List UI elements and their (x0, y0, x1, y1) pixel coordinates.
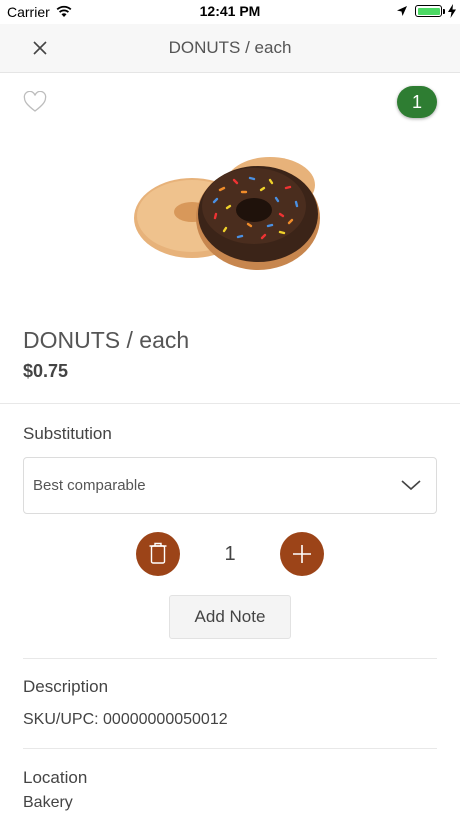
sku-value: 00000000050012 (103, 711, 228, 728)
product-name: DONUTS / each (23, 327, 190, 353)
cart-count-badge[interactable]: 1 (397, 86, 437, 118)
description-label: Description (23, 677, 109, 696)
location-arrow-icon (397, 6, 407, 16)
battery-icon (415, 5, 442, 17)
plus-icon (293, 545, 311, 563)
product-price: $0.75 (23, 361, 69, 381)
substitution-select[interactable]: Best comparable (23, 457, 437, 514)
donut-image (134, 157, 320, 270)
sku-label: SKU/UPC: (23, 711, 99, 728)
status-time: 12:41 PM (199, 3, 261, 19)
nav-title: DONUTS / each (168, 38, 292, 57)
divider (0, 403, 460, 404)
close-icon[interactable] (28, 36, 52, 60)
sku-row: SKU/UPC: 00000000050012 (23, 711, 228, 729)
charging-icon (448, 4, 456, 18)
add-note-button[interactable]: Add Note (169, 595, 291, 639)
substitution-label: Substitution (23, 424, 112, 443)
divider (23, 748, 437, 749)
delete-button[interactable] (136, 532, 180, 576)
trash-icon (149, 542, 167, 564)
status-bar: Carrier 12:41 PM (0, 0, 460, 24)
chevron-down-icon (401, 480, 421, 491)
location-value: Bakery (23, 794, 73, 811)
substitution-value: Best comparable (33, 477, 146, 494)
nav-bar: DONUTS / each (0, 24, 460, 73)
quantity-value: 1 (224, 543, 236, 565)
heart-icon[interactable] (23, 91, 47, 113)
increment-button[interactable] (280, 532, 324, 576)
location-label: Location (23, 768, 88, 787)
divider (23, 658, 437, 659)
battery-tip (443, 9, 445, 14)
